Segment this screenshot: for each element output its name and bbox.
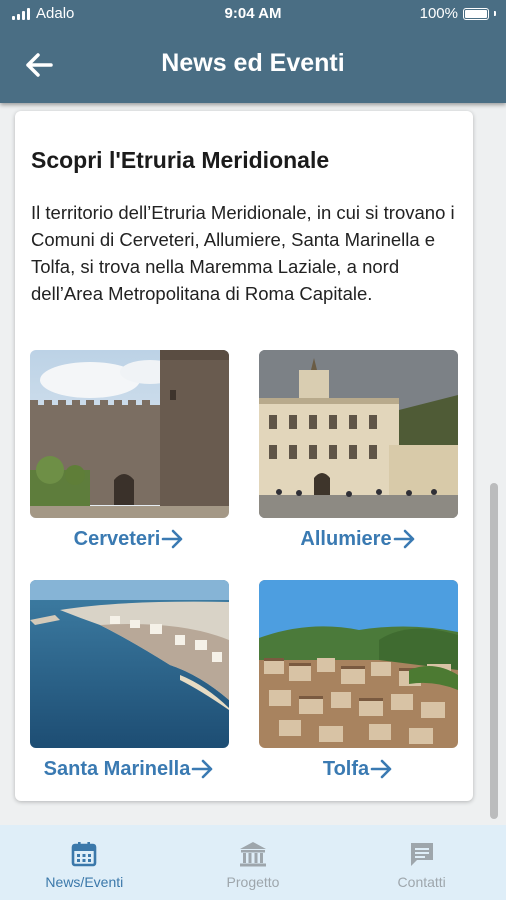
nav-label: Progetto [226,874,280,890]
status-bar: Adalo 9:04 AM 100% [0,0,506,28]
page-title: News ed Eventi [161,49,345,77]
arrow-right-icon [393,529,414,549]
cerveteri-photo[interactable] [30,350,229,518]
place-tile-allumiere[interactable]: Allumiere [259,350,458,552]
nav-item-progetto[interactable]: Progetto [169,825,338,900]
place-link-allumiere[interactable]: Allumiere [259,526,458,552]
battery: 100% [420,5,496,22]
arrow-right-icon [162,529,183,549]
content-area[interactable]: Scopri l'Etruria Meridionale Il territor… [0,103,506,825]
nav-label: Contatti [397,874,446,890]
bottom-nav: News/Eventi Progetto Contatti [0,825,506,900]
place-link-tolfa[interactable]: Tolfa [259,756,458,782]
card-title: Scopri l'Etruria Meridionale [31,147,330,173]
santa-marinella-photo[interactable] [30,580,229,748]
place-tile-santa-marinella[interactable]: Santa Marinella [30,580,229,782]
place-link-santa-marinella[interactable]: Santa Marinella [30,756,229,782]
nav-item-contatti[interactable]: Contatti [337,825,506,900]
place-link-cerveteri[interactable]: Cerveteri [30,526,229,552]
chat-icon [410,843,433,866]
tolfa-photo[interactable] [259,580,458,748]
nav-label: News/Eventi [45,874,124,890]
battery-icon [463,7,489,20]
place-tile-tolfa[interactable]: Tolfa [259,580,458,782]
place-name: Tolfa [322,757,370,780]
allumiere-photo[interactable] [259,350,458,518]
bank-icon [240,842,266,867]
app-header: Adalo 9:04 AM 100% News ed Eventi [0,0,506,103]
info-card: Scopri l'Etruria Meridionale Il territor… [15,111,473,801]
calendar-icon [72,842,97,867]
place-tile-cerveteri[interactable]: Cerveteri [30,350,229,552]
scrollbar[interactable] [490,483,498,819]
card-description: Il territorio dell’Etruria Meridionale, … [31,202,455,304]
place-name: Santa Marinella [43,757,191,780]
nav-item-news-eventi[interactable]: News/Eventi [0,825,169,900]
battery-percent: 100% [419,5,458,22]
place-name: Allumiere [300,527,392,550]
place-name: Cerveteri [73,527,161,550]
arrow-right-icon [370,759,392,779]
arrow-right-icon [192,759,213,779]
